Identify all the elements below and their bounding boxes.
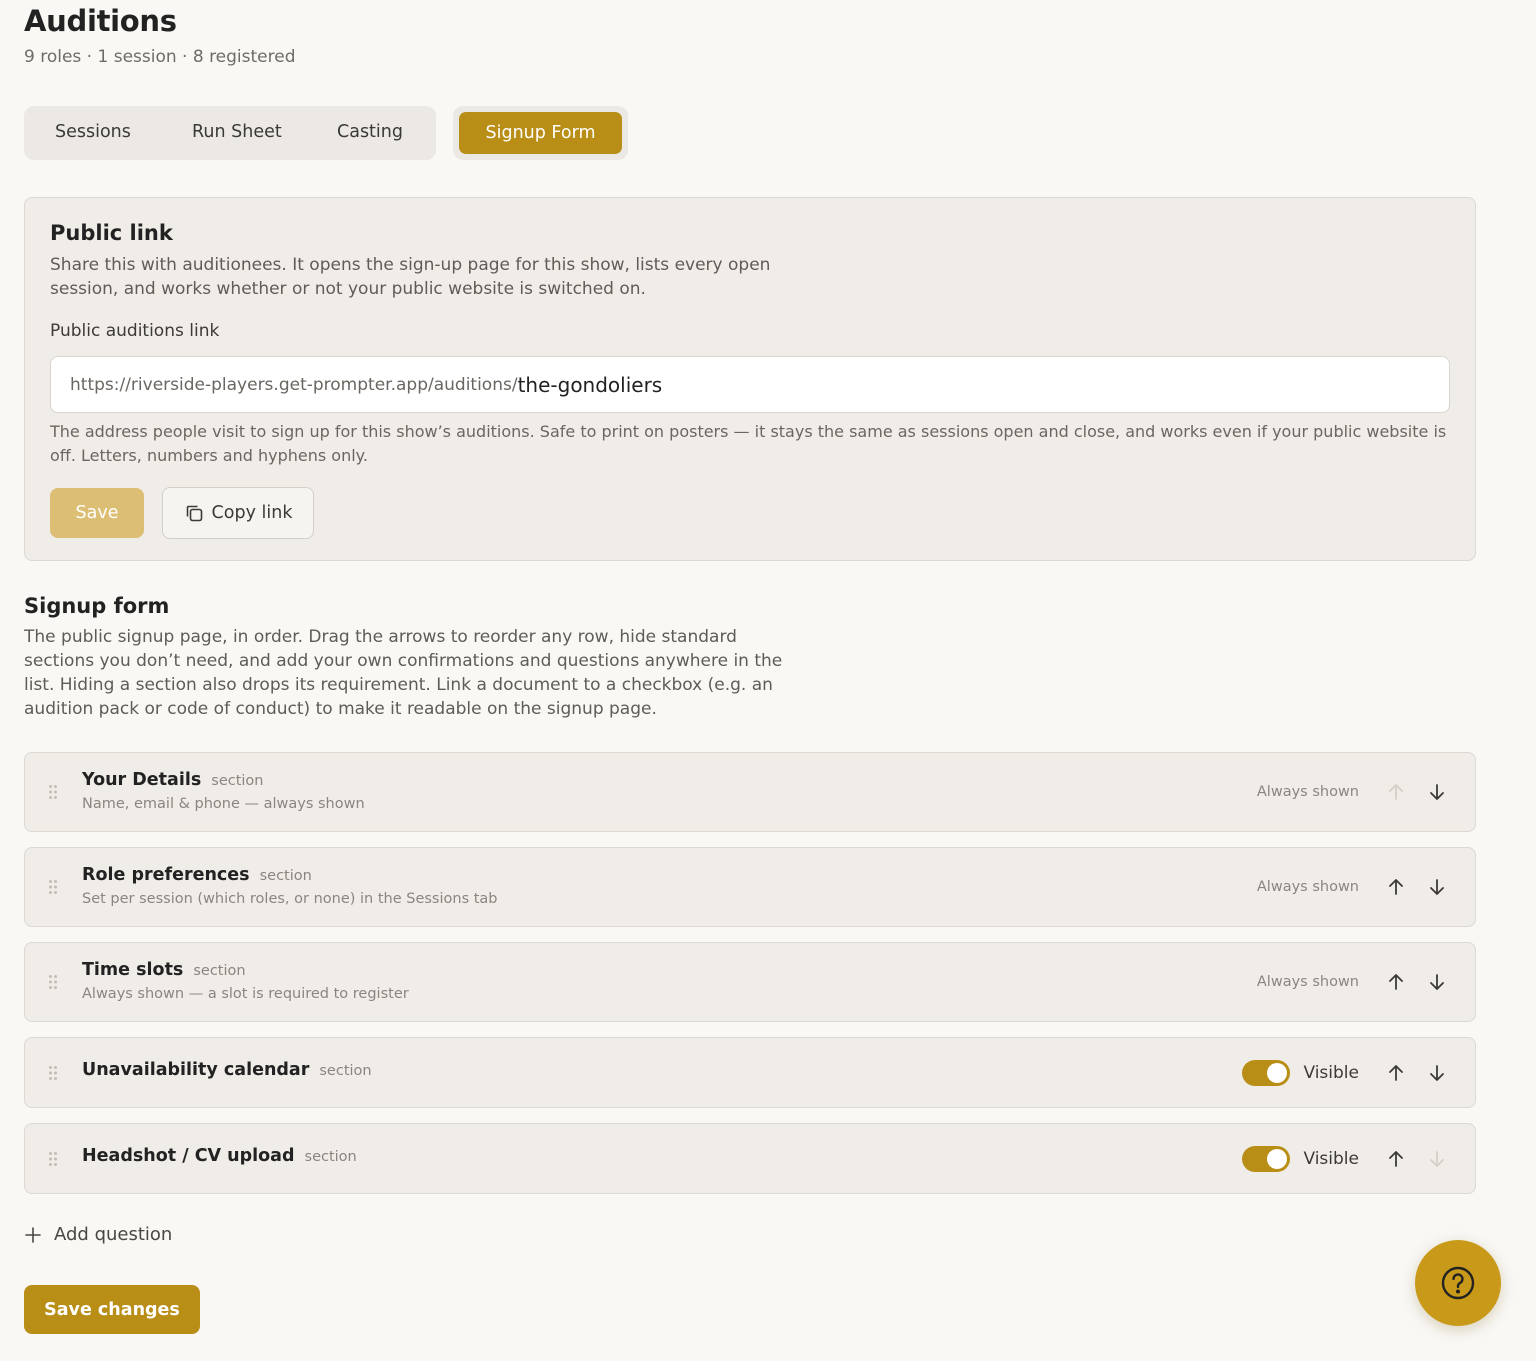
tab-casting[interactable]: Casting [337,122,403,142]
toggle-knob [1267,1062,1287,1083]
help-button[interactable] [1415,1240,1501,1326]
arrow-up-icon[interactable] [1385,1062,1407,1084]
drag-handle-icon[interactable] [48,974,58,990]
form-row-your-details: Your Details section Name, email & phone … [24,752,1476,832]
add-question-button[interactable]: Add question [24,1224,172,1245]
arrow-down-icon[interactable] [1426,781,1448,803]
tab-signup-form-wrap: Signup Form [453,106,628,160]
row-tag: section [259,868,312,884]
form-row-headshot-cv-upload: Headshot / CV upload section Visible [24,1123,1476,1194]
row-tag: section [193,963,246,979]
row-subtitle: Set per session (which roles, or none) i… [82,891,498,907]
tab-sessions[interactable]: Sessions [55,122,131,142]
row-title-text: Headshot / CV upload [82,1146,295,1166]
drag-handle-icon[interactable] [48,1151,58,1167]
save-link-button[interactable]: Save [50,488,144,538]
row-title-text: Your Details [82,770,202,790]
arrow-up-icon[interactable] [1385,876,1407,898]
copy-icon [186,505,202,522]
arrow-down-icon[interactable] [1426,1062,1448,1084]
page-title: Auditions [24,4,177,38]
visibility-label: Visible [1303,1062,1359,1083]
tab-run-sheet[interactable]: Run Sheet [192,122,282,142]
copy-link-label: Copy link [211,503,293,523]
arrow-up-icon[interactable] [1385,781,1407,803]
form-row-role-preferences: Role preferences section Set per session … [24,847,1476,927]
toggle-knob [1267,1148,1287,1169]
signup-form-title: Signup form [24,594,170,618]
help-icon [1441,1266,1475,1300]
row-title: Headshot / CV upload section [82,1146,357,1166]
row-status: Always shown [1256,974,1359,990]
public-link-help: The address people visit to sign up for … [50,422,1447,465]
row-status: Always shown [1256,879,1359,895]
row-subtitle: Always shown — a slot is required to reg… [82,986,409,1002]
visibility-label: Visible [1303,1148,1359,1169]
visibility-toggle[interactable] [1242,1145,1290,1172]
form-row-time-slots: Time slots section Always shown — a slot … [24,942,1476,1022]
add-question-label: Add question [54,1224,173,1245]
save-changes-button[interactable]: Save changes [24,1285,200,1334]
drag-handle-icon[interactable] [48,879,58,895]
page-subtitle: 9 roles · 1 session · 8 registered [24,47,296,67]
arrow-up-icon[interactable] [1385,1148,1407,1170]
row-status: Always shown [1256,784,1359,800]
signup-form-description: The public signup page, in order. Drag t… [24,627,783,719]
row-tag: section [319,1063,372,1079]
row-tag: section [211,773,264,789]
visibility-toggle[interactable] [1242,1059,1290,1086]
public-link-field-label: Public auditions link [50,321,220,341]
tab-bar: Sessions Run Sheet Casting [24,106,436,160]
arrow-down-icon[interactable] [1426,971,1448,993]
row-title-text: Role preferences [82,865,250,885]
public-link-input[interactable]: https://riverside-players.get-prompter.a… [50,356,1450,413]
row-title: Your Details section [82,770,264,790]
link-slug-value[interactable]: the-gondoliers [518,373,663,397]
arrow-up-icon[interactable] [1385,971,1407,993]
drag-handle-icon[interactable] [48,784,58,800]
row-subtitle: Name, email & phone — always shown [82,796,365,812]
copy-link-button[interactable]: Copy link [162,487,314,539]
plus-icon [25,1226,41,1243]
row-title: Unavailability calendar section [82,1060,372,1080]
row-title-text: Time slots [82,960,184,980]
form-row-unavailability-calendar: Unavailability calendar section Visible [24,1037,1476,1108]
row-title: Time slots section [82,960,246,980]
public-link-description: Share this with auditionees. It opens th… [50,255,771,299]
row-tag: section [304,1149,357,1165]
link-url-prefix: https://riverside-players.get-prompter.a… [70,374,518,395]
row-title: Role preferences section [82,865,312,885]
tab-signup-form[interactable]: Signup Form [459,112,622,154]
arrow-down-icon[interactable] [1426,876,1448,898]
drag-handle-icon[interactable] [48,1065,58,1081]
public-link-card: Public link Share this with auditionees.… [24,197,1476,561]
arrow-down-icon[interactable] [1426,1148,1448,1170]
public-link-title: Public link [50,221,173,245]
row-title-text: Unavailability calendar [82,1060,310,1080]
